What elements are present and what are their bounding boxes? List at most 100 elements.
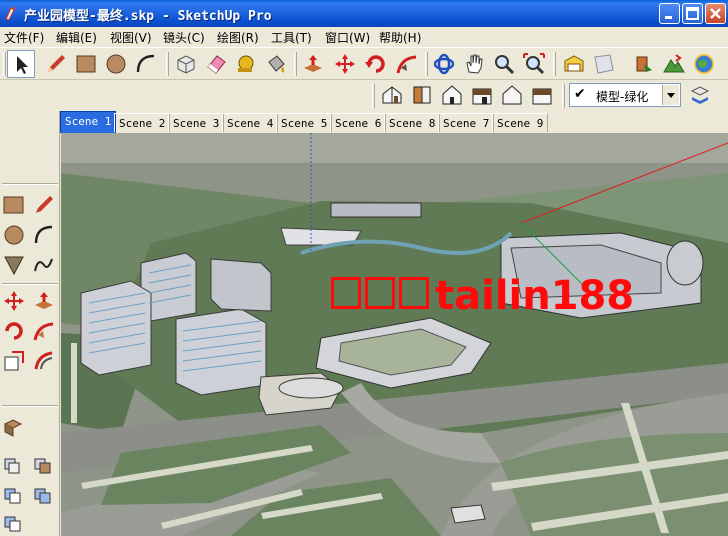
menu-tools[interactable]: 工具(T) bbox=[271, 29, 312, 46]
layer-manager-button[interactable] bbox=[686, 81, 714, 109]
walk-icon bbox=[4, 458, 20, 474]
left-view-button[interactable] bbox=[528, 81, 556, 109]
menu-draw[interactable]: 绘图(R) bbox=[217, 29, 259, 46]
menu-edit[interactable]: 编辑(E) bbox=[56, 29, 97, 46]
left-intersect-button[interactable] bbox=[30, 481, 58, 509]
tab-scene-5[interactable]: Scene 5 bbox=[276, 113, 333, 132]
top-view-button[interactable] bbox=[408, 81, 436, 109]
toolbar-grip[interactable] bbox=[3, 52, 6, 76]
arc-tool-button[interactable] bbox=[132, 50, 160, 78]
left-offset-button[interactable] bbox=[30, 347, 58, 375]
zoom-tool-button[interactable] bbox=[490, 50, 518, 78]
right-view-button[interactable] bbox=[468, 81, 496, 109]
left-push-pull-button[interactable] bbox=[30, 287, 58, 315]
push-pull-icon bbox=[35, 292, 53, 309]
left-scale-button[interactable] bbox=[0, 347, 28, 375]
tab-scene-1[interactable]: Scene 1 bbox=[60, 111, 117, 133]
follow-me-button[interactable] bbox=[393, 50, 421, 78]
left-line-button[interactable] bbox=[30, 191, 58, 219]
toggle-terrain-button[interactable] bbox=[660, 50, 688, 78]
tab-scene-7[interactable]: Scene 7 bbox=[438, 113, 495, 132]
back-view-button[interactable] bbox=[498, 81, 526, 109]
tape-measure-icon bbox=[238, 55, 254, 72]
left-rotate-button[interactable] bbox=[0, 317, 28, 345]
tab-scene-4[interactable]: Scene 4 bbox=[222, 113, 279, 132]
iso-view-button[interactable] bbox=[378, 81, 406, 109]
model-viewport[interactable]: tailin188 bbox=[61, 133, 728, 536]
3d-warehouse-icon bbox=[564, 55, 584, 72]
minimize-button[interactable] bbox=[659, 3, 680, 24]
share-model-button[interactable] bbox=[590, 50, 618, 78]
rectangle-icon bbox=[76, 55, 96, 73]
left-look-around-button[interactable] bbox=[0, 481, 28, 509]
front-view-button[interactable] bbox=[438, 81, 466, 109]
menu-bar: 文件(F) 编辑(E) 视图(V) 镜头(C) 绘图(R) 工具(T) 窗口(W… bbox=[0, 27, 728, 47]
menu-window[interactable]: 窗口(W) bbox=[325, 29, 370, 46]
push-pull-button[interactable] bbox=[299, 50, 327, 78]
toolbar-grip[interactable] bbox=[553, 52, 556, 76]
rectangle-tool-button[interactable] bbox=[72, 50, 100, 78]
left-view-icon bbox=[532, 88, 552, 105]
menu-view[interactable]: 视图(V) bbox=[110, 29, 152, 46]
section-plane-icon bbox=[3, 419, 23, 437]
menu-file[interactable]: 文件(F) bbox=[4, 29, 44, 46]
orbit-tool-button[interactable] bbox=[430, 50, 458, 78]
paint-bucket-button[interactable] bbox=[262, 50, 290, 78]
eraser-tool-button[interactable] bbox=[202, 50, 230, 78]
layer-dropdown[interactable]: ✔ 模型-绿化 bbox=[569, 83, 681, 107]
menu-camera[interactable]: 镜头(C) bbox=[163, 29, 205, 46]
make-component-button[interactable] bbox=[172, 50, 200, 78]
get-models-button[interactable] bbox=[560, 50, 588, 78]
toolbar-grip[interactable] bbox=[425, 52, 428, 76]
toolbar-grip[interactable] bbox=[562, 84, 565, 108]
tab-scene-6[interactable]: Scene 6 bbox=[330, 113, 387, 132]
tab-scene-9[interactable]: Scene 9 bbox=[492, 113, 549, 132]
rotate-icon bbox=[5, 322, 23, 340]
left-rectangle-button[interactable] bbox=[0, 191, 28, 219]
left-circle-button[interactable] bbox=[0, 221, 28, 249]
left-outer-shell-button[interactable] bbox=[0, 509, 28, 536]
rotate-tool-button[interactable] bbox=[362, 50, 390, 78]
follow-me-icon bbox=[33, 322, 54, 341]
toolbar-grip[interactable] bbox=[166, 52, 169, 76]
left-walk-button[interactable] bbox=[0, 451, 28, 479]
chevron-down-icon[interactable] bbox=[662, 85, 679, 105]
maximize-button[interactable] bbox=[682, 3, 703, 24]
place-model-button[interactable] bbox=[630, 50, 658, 78]
sketchup-app-icon[interactable] bbox=[4, 5, 20, 21]
scale-icon bbox=[4, 351, 24, 371]
push-pull-icon bbox=[304, 55, 322, 72]
pan-tool-button[interactable] bbox=[460, 50, 488, 78]
left-move-button[interactable] bbox=[0, 287, 28, 315]
google-earth-button[interactable] bbox=[690, 50, 718, 78]
camera-icon bbox=[34, 458, 51, 474]
tab-scene-3[interactable]: Scene 3 bbox=[168, 113, 225, 132]
tab-scene-2[interactable]: Scene 2 bbox=[114, 113, 171, 132]
eraser-icon bbox=[207, 55, 226, 74]
left-polygon-button[interactable] bbox=[0, 251, 28, 279]
left-follow-me-button[interactable] bbox=[30, 317, 58, 345]
minimize-icon bbox=[665, 16, 672, 19]
scene-tabs: Scene 1 Scene 2 Scene 3 Scene 4 Scene 5 … bbox=[60, 111, 728, 133]
tab-scene-8[interactable]: Scene 8 bbox=[384, 113, 441, 132]
left-freehand-button[interactable] bbox=[30, 251, 58, 279]
left-arc-button[interactable] bbox=[30, 221, 58, 249]
toolbar-grip[interactable] bbox=[294, 52, 297, 76]
tape-measure-button[interactable] bbox=[232, 50, 260, 78]
menu-help[interactable]: 帮助(H) bbox=[379, 29, 421, 46]
select-tool-button[interactable] bbox=[7, 50, 35, 78]
watermark: tailin188 bbox=[331, 273, 634, 319]
zoom-extents-icon bbox=[523, 53, 545, 75]
left-section-plane-button[interactable] bbox=[0, 413, 28, 441]
intersect-icon bbox=[34, 488, 51, 504]
left-position-camera-button[interactable] bbox=[30, 451, 58, 479]
toolbar-grip[interactable] bbox=[372, 84, 375, 108]
circle-tool-button[interactable] bbox=[102, 50, 130, 78]
right-view-icon bbox=[472, 88, 492, 105]
circle-icon bbox=[4, 225, 24, 245]
close-button[interactable] bbox=[705, 3, 726, 24]
pencil-tool-button[interactable] bbox=[42, 50, 70, 78]
watermark-text: tailin188 bbox=[435, 273, 635, 319]
zoom-extents-button[interactable] bbox=[520, 50, 548, 78]
move-tool-button[interactable] bbox=[331, 50, 359, 78]
